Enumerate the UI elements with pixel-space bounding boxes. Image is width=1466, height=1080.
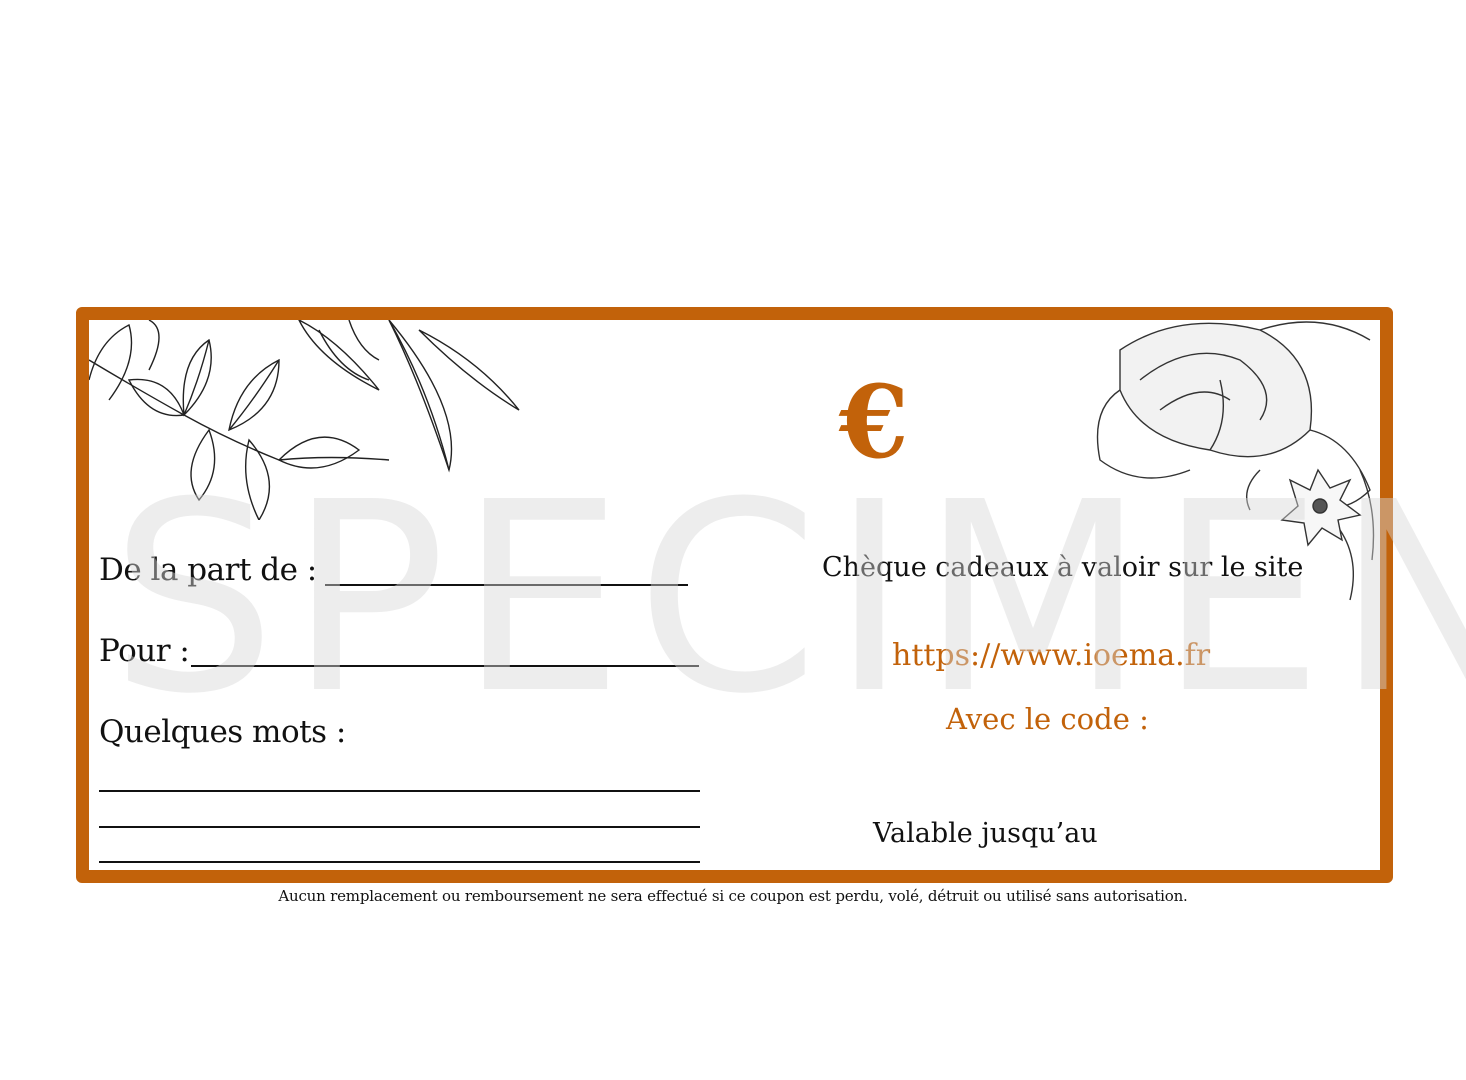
for-label: Pour : (99, 633, 190, 669)
gift-voucher-card: De la part de : Pour : Quelques mots : €… (76, 307, 1393, 883)
message-input-line[interactable] (99, 790, 700, 792)
website-link[interactable]: https://www.ioema.fr (892, 638, 1210, 673)
message-label: Quelques mots : (99, 714, 346, 750)
disclaimer-text: Aucun remplacement ou remboursement ne s… (278, 887, 1188, 905)
valid-until-label: Valable jusqu’au (873, 818, 1098, 849)
euro-icon: € (839, 363, 909, 481)
code-label: Avec le code : (946, 702, 1149, 736)
for-input-line[interactable] (191, 665, 699, 667)
from-input-line[interactable] (325, 584, 688, 586)
leaf-branch-illustration (89, 320, 520, 520)
message-input-line[interactable] (99, 826, 700, 828)
from-label: De la part de : (99, 552, 317, 588)
message-input-line[interactable] (99, 861, 700, 863)
voucher-text: Chèque cadeaux à valoir sur le site (822, 552, 1304, 583)
